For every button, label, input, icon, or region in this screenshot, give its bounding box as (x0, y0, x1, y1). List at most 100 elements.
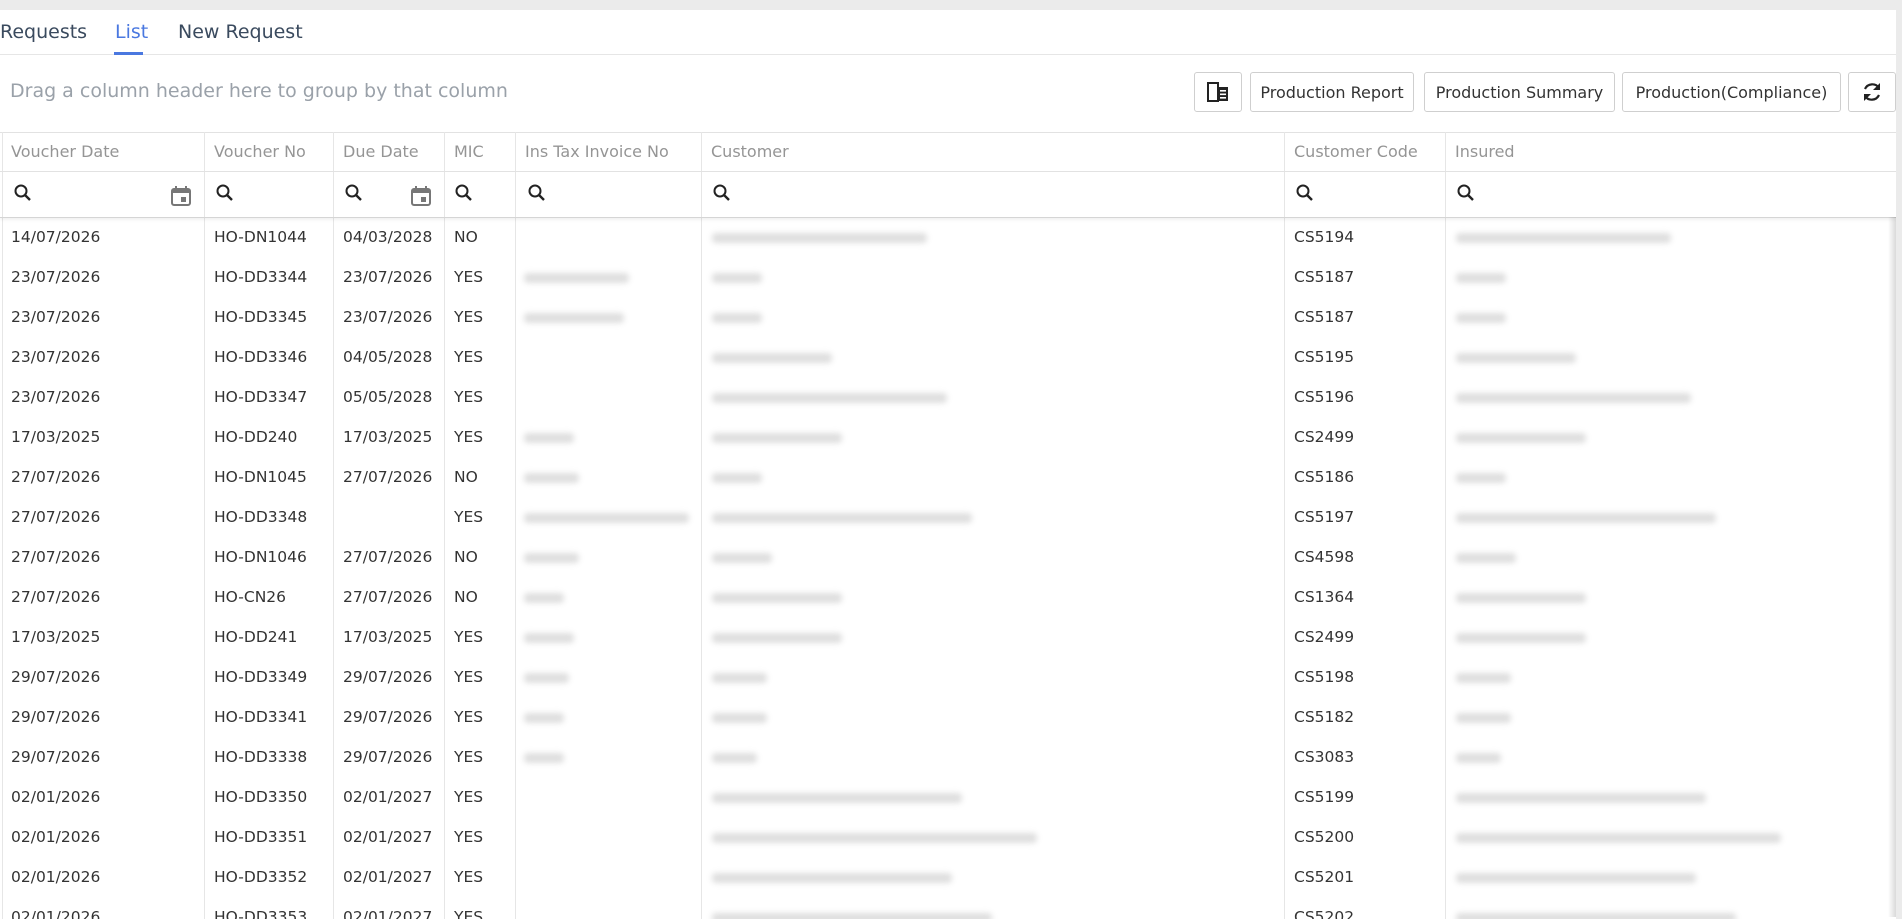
cell-voucher-date: 27/07/2026 (11, 508, 101, 526)
tab-new-request[interactable]: New Request (178, 21, 303, 43)
cell-voucher-no: HO-DD3351 (214, 828, 308, 846)
table-row[interactable]: 02/01/2026 HO-DD3350 02/01/2027 YES CS5199 (0, 777, 1896, 817)
cell-due-date: 27/07/2026 (343, 548, 433, 566)
redacted-insured (1456, 473, 1506, 483)
filter-due-date[interactable] (334, 172, 444, 217)
redacted-ins-tax-invoice-no (524, 273, 629, 283)
production-report-button[interactable]: Production Report (1250, 72, 1414, 112)
redacted-ins-tax-invoice-no (524, 593, 564, 603)
data-grid: Voucher Date Voucher No Due Date MIC Ins… (0, 132, 1896, 919)
cell-mic: YES (454, 708, 484, 726)
table-row[interactable]: 17/03/2025 HO-DD240 17/03/2025 YES CS2499 (0, 417, 1896, 457)
cell-voucher-no: HO-DD3352 (214, 868, 308, 886)
redacted-ins-tax-invoice-no (524, 713, 564, 723)
search-icon (345, 184, 362, 201)
redacted-insured (1456, 873, 1696, 883)
cell-mic: NO (454, 588, 478, 606)
search-icon (1296, 184, 1313, 201)
table-row[interactable]: 02/01/2026 HO-DD3353 02/01/2027 YES CS5202 (0, 897, 1896, 919)
cell-due-date: 02/01/2027 (343, 788, 433, 806)
redacted-insured (1456, 793, 1706, 803)
cell-customer-code: CS5198 (1294, 668, 1355, 686)
cell-mic: NO (454, 468, 478, 486)
cell-voucher-date: 27/07/2026 (11, 588, 101, 606)
cell-mic: YES (454, 788, 484, 806)
table-row[interactable]: 23/07/2026 HO-DD3347 05/05/2028 YES CS5196 (0, 377, 1896, 417)
cell-voucher-no: HO-DD241 (214, 628, 298, 646)
tab-requests[interactable]: Requests (0, 21, 87, 43)
redacted-insured (1456, 273, 1506, 283)
cell-voucher-no: HO-DD3353 (214, 908, 308, 919)
column-header-ins-tax-invoice-no[interactable]: Ins Tax Invoice No (525, 142, 669, 161)
table-row[interactable]: 29/07/2026 HO-DD3341 29/07/2026 YES CS5182 (0, 697, 1896, 737)
refresh-button[interactable] (1848, 72, 1896, 112)
redacted-insured (1456, 393, 1691, 403)
cell-voucher-date: 23/07/2026 (11, 388, 101, 406)
cell-due-date: 17/03/2025 (343, 428, 433, 446)
cell-customer-code: CS5196 (1294, 388, 1355, 406)
redacted-customer (712, 273, 762, 283)
production-summary-button[interactable]: Production Summary (1424, 72, 1615, 112)
table-row[interactable]: 27/07/2026 HO-DN1045 27/07/2026 NO CS5186 (0, 457, 1896, 497)
redacted-customer (712, 593, 842, 603)
production-compliance-button[interactable]: Production(Compliance) (1622, 72, 1841, 112)
redacted-insured (1456, 233, 1671, 243)
table-row[interactable]: 23/07/2026 HO-DD3346 04/05/2028 YES CS5195 (0, 337, 1896, 377)
cell-voucher-no: HO-DD3338 (214, 748, 308, 766)
cell-due-date: 27/07/2026 (343, 468, 433, 486)
group-panel-placeholder[interactable]: Drag a column header here to group by th… (10, 80, 508, 102)
cell-due-date: 29/07/2026 (343, 708, 433, 726)
cell-due-date: 29/07/2026 (343, 748, 433, 766)
column-header-insured[interactable]: Insured (1455, 142, 1515, 161)
cell-voucher-no: HO-DN1045 (214, 468, 307, 486)
cell-voucher-no: HO-DD240 (214, 428, 298, 446)
column-header-row: Voucher Date Voucher No Due Date MIC Ins… (0, 132, 1896, 172)
table-row[interactable]: 23/07/2026 HO-DD3345 23/07/2026 YES CS5187 (0, 297, 1896, 337)
table-row[interactable]: 27/07/2026 HO-DN1046 27/07/2026 NO CS4598 (0, 537, 1896, 577)
calendar-icon[interactable] (170, 185, 192, 207)
table-row[interactable]: 27/07/2026 HO-CN26 27/07/2026 NO CS1364 (0, 577, 1896, 617)
redacted-insured (1456, 553, 1516, 563)
column-header-customer-code[interactable]: Customer Code (1294, 142, 1418, 161)
cell-voucher-date: 29/07/2026 (11, 708, 101, 726)
column-header-due-date[interactable]: Due Date (343, 142, 419, 161)
table-row[interactable]: 23/07/2026 HO-DD3344 23/07/2026 YES CS5187 (0, 257, 1896, 297)
column-header-voucher-date[interactable]: Voucher Date (11, 142, 119, 161)
filter-customer[interactable] (702, 172, 1284, 217)
cell-voucher-no: HO-DD3349 (214, 668, 308, 686)
calendar-icon[interactable] (410, 185, 432, 207)
table-row[interactable]: 14/07/2026 HO-DN1044 04/03/2028 NO CS5194 (0, 217, 1896, 257)
table-row[interactable]: 02/01/2026 HO-DD3352 02/01/2027 YES CS5201 (0, 857, 1896, 897)
filter-voucher-no[interactable] (205, 172, 333, 217)
redacted-customer (712, 393, 947, 403)
filter-mic[interactable] (445, 172, 515, 217)
filter-voucher-date[interactable] (2, 172, 204, 217)
column-chooser-icon (1207, 82, 1228, 102)
search-icon (528, 184, 545, 201)
filter-insured[interactable] (1446, 172, 1896, 217)
table-row[interactable]: 17/03/2025 HO-DD241 17/03/2025 YES CS2499 (0, 617, 1896, 657)
column-header-mic[interactable]: MIC (454, 142, 484, 161)
table-row[interactable]: 02/01/2026 HO-DD3351 02/01/2027 YES CS5200 (0, 817, 1896, 857)
column-chooser-button[interactable] (1194, 72, 1242, 112)
column-header-voucher-no[interactable]: Voucher No (214, 142, 306, 161)
cell-voucher-date: 27/07/2026 (11, 468, 101, 486)
redacted-customer (712, 873, 952, 883)
cell-mic: YES (454, 828, 484, 846)
tab-list[interactable]: List (115, 21, 148, 43)
redacted-ins-tax-invoice-no (524, 313, 624, 323)
redacted-insured (1456, 513, 1716, 523)
redacted-customer (712, 553, 772, 563)
redacted-customer (712, 673, 767, 683)
cell-voucher-no: HO-DD3341 (214, 708, 308, 726)
cell-customer-code: CS5195 (1294, 348, 1355, 366)
column-header-customer[interactable]: Customer (711, 142, 789, 161)
filter-customer-code[interactable] (1285, 172, 1445, 217)
cell-voucher-date: 23/07/2026 (11, 348, 101, 366)
filter-ins-tax-invoice-no[interactable] (516, 172, 701, 217)
table-row[interactable]: 27/07/2026 HO-DD3348 YES CS5197 (0, 497, 1896, 537)
table-row[interactable]: 29/07/2026 HO-DD3338 29/07/2026 YES CS3083 (0, 737, 1896, 777)
table-row[interactable]: 29/07/2026 HO-DD3349 29/07/2026 YES CS5198 (0, 657, 1896, 697)
cell-voucher-date: 02/01/2026 (11, 868, 101, 886)
redacted-insured (1456, 593, 1586, 603)
